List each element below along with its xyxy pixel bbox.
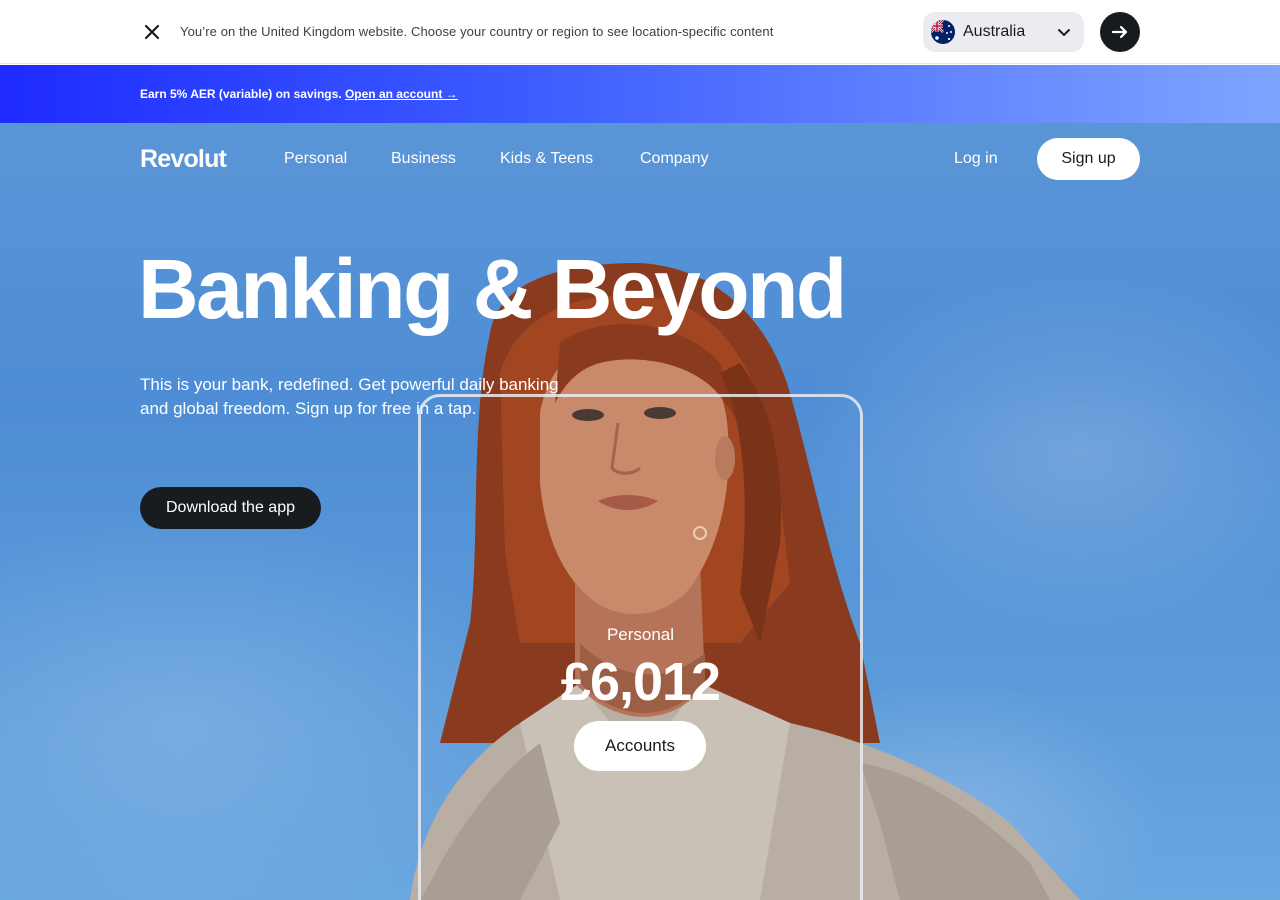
country-bar: You’re on the United Kingdom website. Ch… <box>0 0 1280 64</box>
country-select[interactable]: Australia <box>923 12 1084 52</box>
account-type-label: Personal <box>606 625 675 644</box>
hero-section: Revolut Personal Business Kids & Teens C… <box>0 123 1280 900</box>
phone-frame <box>418 394 863 900</box>
hero-headline: Banking & Beyond <box>138 242 847 336</box>
country-label: Australia <box>963 23 1026 40</box>
country-message: You’re on the United Kingdom website. Ch… <box>180 24 774 39</box>
nav-kids-teens[interactable]: Kids & Teens <box>500 150 593 168</box>
login-link[interactable]: Log in <box>954 150 998 168</box>
australia-flag-icon <box>931 20 955 44</box>
nav-personal[interactable]: Personal <box>284 150 347 168</box>
nav-company[interactable]: Company <box>640 150 708 168</box>
promo-banner: Earn 5% AER (variable) on savings. Open … <box>0 65 1280 123</box>
open-account-link[interactable]: Open an account → <box>345 87 458 101</box>
promo-text: Earn 5% AER (variable) on savings. Open … <box>140 85 458 103</box>
accounts-button[interactable]: Accounts <box>574 721 706 771</box>
signup-button[interactable]: Sign up <box>1037 138 1140 180</box>
account-balance: £6,012 <box>560 652 721 712</box>
chevron-down-icon <box>1056 24 1072 40</box>
download-app-button[interactable]: Download the app <box>140 487 321 529</box>
revolut-logo[interactable]: Revolut <box>140 145 227 174</box>
promo-message: Earn 5% AER (variable) on savings. <box>140 87 342 101</box>
close-icon[interactable] <box>140 20 164 44</box>
arrow-right-icon[interactable] <box>1100 12 1140 52</box>
nav-business[interactable]: Business <box>391 150 456 168</box>
